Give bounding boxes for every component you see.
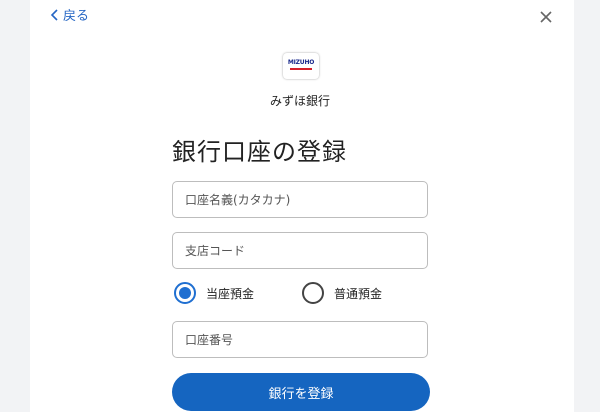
- radio-circle: [302, 282, 324, 304]
- page-title: 銀行口座の登録: [172, 138, 347, 166]
- radio-checking-account[interactable]: 当座預金: [174, 282, 254, 304]
- account-name-field[interactable]: [172, 181, 428, 218]
- close-icon[interactable]: [537, 8, 555, 26]
- radio-ordinary-account[interactable]: 普通預金: [302, 282, 382, 304]
- account-number-field[interactable]: [172, 321, 428, 358]
- radio-dot: [179, 287, 191, 299]
- radio-circle: [174, 282, 196, 304]
- logo-bar: [290, 68, 312, 70]
- radio-label: 普通預金: [334, 286, 383, 301]
- back-button[interactable]: 戻る: [50, 5, 89, 24]
- register-bank-button[interactable]: 銀行を登録: [172, 373, 430, 411]
- chevron-left-icon: [50, 8, 58, 21]
- logo-wordmark: MIZUHO: [287, 59, 315, 66]
- radio-label: 当座預金: [206, 286, 255, 301]
- branch-code-field[interactable]: [172, 232, 428, 269]
- bank-name: みずほ銀行: [269, 94, 330, 108]
- bank-logo: MIZUHO: [283, 53, 319, 79]
- back-label: 戻る: [63, 9, 90, 24]
